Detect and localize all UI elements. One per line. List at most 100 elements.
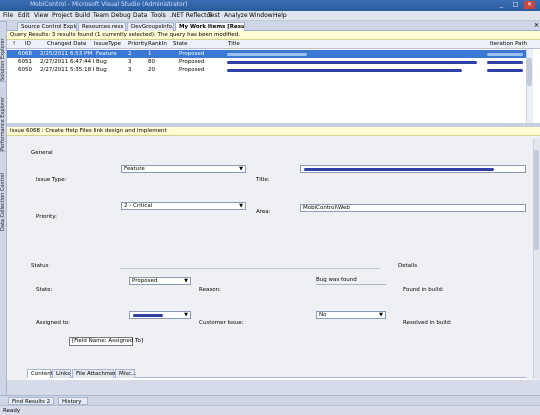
maximize-button[interactable]: □	[510, 1, 521, 9]
menu-project[interactable]: Project	[52, 11, 73, 21]
menu-data[interactable]: Data	[133, 11, 147, 21]
column-state[interactable]: State	[173, 40, 188, 49]
redacted-title	[227, 53, 307, 56]
menu-file[interactable]: File	[3, 11, 13, 21]
query-status-bar: Query Results: 3 results found (1 curren…	[7, 31, 540, 40]
query-status-text: Query Results: 3 results found (1 curren…	[10, 32, 240, 38]
tab-misc[interactable]: Misc...	[115, 369, 136, 378]
tab-source-control-explorer[interactable]: Source Control Explorer	[17, 22, 77, 31]
menu-build[interactable]: Build	[75, 11, 90, 21]
title-field[interactable]	[300, 165, 526, 173]
dock-tab-data-collection[interactable]: Data Collection Control	[0, 151, 7, 231]
form-scrollbar-thumb[interactable]	[534, 150, 539, 250]
menu-bar: File Edit View Project Build Team Debug …	[0, 11, 540, 21]
table-row[interactable]: 6068 2/25/2011 6:53 PM Feature 2 1 Propo…	[7, 50, 526, 58]
area-field[interactable]: MobiControl\Web	[300, 204, 526, 212]
status-section-title: Status	[31, 263, 49, 269]
menu-debug[interactable]: Debug	[111, 11, 131, 21]
row-date: 2/27/2011 5:35:18 PM	[40, 67, 94, 73]
tab-links[interactable]: Links	[52, 369, 71, 378]
column-rankin[interactable]: RankIn	[148, 40, 167, 49]
tab-devgroupsinfo[interactable]: DevGroupsInfo.js	[127, 22, 174, 31]
row-date: 2/27/2011 6:47:44 PM	[40, 59, 94, 65]
redacted-assignee	[133, 314, 163, 317]
chevron-down-icon: ▼	[379, 312, 383, 318]
reason-value: Bug was found	[316, 277, 357, 283]
results-scrollbar-thumb[interactable]	[527, 58, 532, 86]
redacted-title	[227, 61, 477, 64]
assigned-to-select[interactable]: ▼	[129, 311, 191, 319]
column-title[interactable]: Title	[228, 40, 240, 49]
column-priority[interactable]: Priority	[128, 40, 148, 49]
redacted-title	[227, 69, 462, 72]
priority-select[interactable]: 2 - Critical ▼	[121, 202, 246, 210]
issue-type-select[interactable]: Feature ▼	[121, 165, 246, 173]
table-row[interactable]: 6051 2/27/2011 6:47:44 PM Bug 3 80 Propo…	[7, 58, 526, 66]
row-priority: 3	[128, 67, 132, 73]
priority-value: 2 - Critical	[124, 203, 153, 209]
row-state: Proposed	[179, 67, 205, 73]
reason-label: Reason:	[199, 287, 221, 293]
column-changed-date[interactable]: Changed Date	[47, 40, 86, 49]
close-tab-icon[interactable]: ✕	[534, 22, 539, 30]
redacted-iteration	[487, 53, 523, 56]
area-value: MobiControl\Web	[303, 205, 350, 211]
reason-field[interactable]: Bug was found	[316, 277, 386, 285]
table-row[interactable]: 6050 2/27/2011 5:35:18 PM Bug 3 20 Propo…	[7, 66, 526, 74]
menu-view[interactable]: View	[34, 11, 48, 21]
field-name-tooltip: [Field Name: Assigned To]	[69, 337, 143, 346]
work-item-title-bar: Issue 6068 : Create Help Files link desi…	[7, 127, 540, 136]
chevron-down-icon: ▼	[239, 203, 243, 209]
tab-my-work-items[interactable]: My Work Items [Results]	[175, 22, 245, 31]
results-grid-header: ! ID Changed Date IssueType Priority Ran…	[7, 40, 540, 49]
menu-tools[interactable]: Tools	[151, 11, 166, 21]
redacted-title-value	[304, 168, 494, 171]
menu-help[interactable]: Help	[273, 11, 287, 21]
menu-window[interactable]: Window	[249, 11, 273, 21]
status-divider	[120, 268, 380, 269]
menu-analyze[interactable]: Analyze	[224, 11, 248, 21]
status-text: Ready	[3, 408, 21, 414]
close-window-button[interactable]: ✕	[524, 1, 535, 9]
row-id: 6050	[18, 67, 32, 73]
row-rank: 20	[148, 67, 155, 73]
menu-net-reflector[interactable]: .NET Reflector	[170, 11, 213, 21]
row-type: Bug	[96, 67, 107, 73]
form-tab-bar: Content Links File Attachments Misc...	[27, 368, 527, 378]
tab-resources-resx[interactable]: Resources.resx	[78, 22, 126, 31]
state-label: State:	[36, 287, 53, 293]
row-type: Feature	[96, 51, 117, 57]
row-type: Bug	[96, 59, 107, 65]
menu-test[interactable]: Test	[208, 11, 220, 21]
customer-issue-value: No	[319, 312, 327, 318]
found-in-build-label: Found in build:	[403, 287, 444, 293]
column-iteration-path[interactable]: Iteration Path	[490, 40, 527, 49]
row-id: 6068	[18, 51, 32, 57]
dock-tab-solution-explorer[interactable]: Solution Explorer	[0, 21, 7, 81]
window-title: MobiControl - Microsoft Visual Studio (A…	[30, 1, 188, 8]
state-select[interactable]: Proposed ▼	[129, 277, 191, 285]
title-label: Title:	[256, 177, 270, 183]
row-state: Proposed	[179, 59, 205, 65]
column-issue-type[interactable]: IssueType	[94, 40, 121, 49]
tab-file-attachments[interactable]: File Attachments	[72, 369, 122, 378]
tab-content[interactable]: Content	[27, 369, 53, 378]
chevron-down-icon: ▼	[239, 166, 243, 172]
row-state: Proposed	[179, 51, 205, 57]
details-section-title: Details	[398, 263, 418, 269]
minimize-button[interactable]: _	[496, 1, 507, 9]
menu-edit[interactable]: Edit	[18, 11, 30, 21]
menu-team[interactable]: Team	[93, 11, 109, 21]
column-flag-icon[interactable]: !	[13, 40, 15, 49]
dock-tab-performance-explorer[interactable]: Performance Explorer	[0, 81, 7, 151]
row-rank: 1	[148, 51, 152, 57]
redacted-iteration	[487, 61, 523, 64]
column-id[interactable]: ID	[25, 40, 31, 49]
customer-issue-select[interactable]: No ▼	[316, 311, 386, 319]
redacted-iteration	[487, 69, 523, 72]
tab-history[interactable]: History	[58, 397, 88, 405]
general-section-title: General	[31, 150, 53, 156]
row-priority: 2	[128, 51, 132, 57]
issue-type-value: Feature	[124, 166, 145, 172]
tab-find-results-2[interactable]: Find Results 2	[8, 397, 54, 405]
